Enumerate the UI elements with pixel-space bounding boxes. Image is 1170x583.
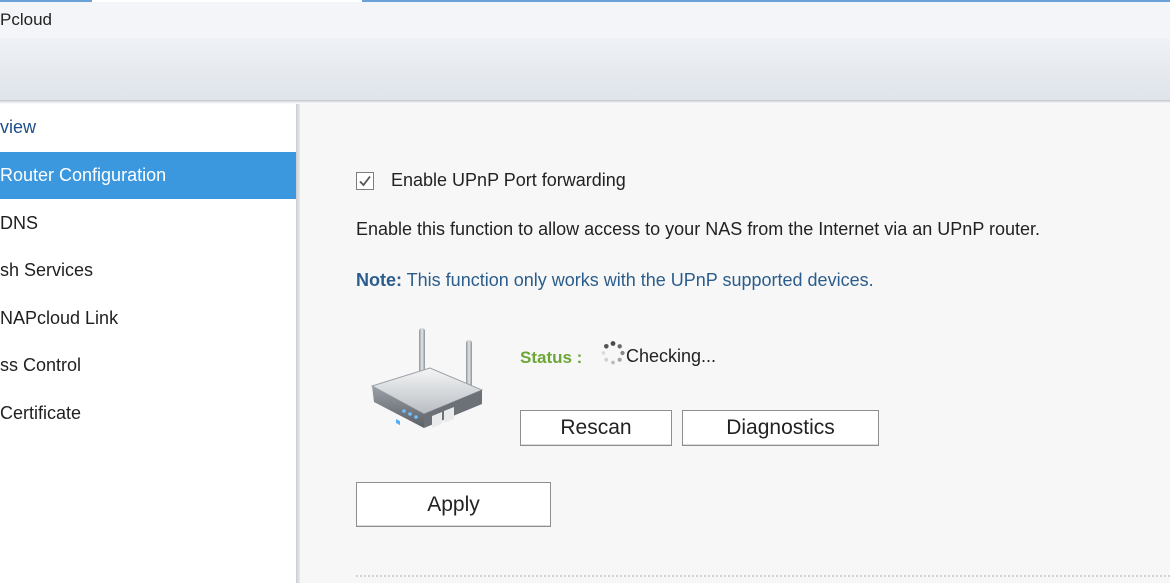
window-titlebar: Pcloud (0, 2, 1170, 38)
sidebar-item-publish-services[interactable]: sh Services (0, 247, 296, 294)
sidebar-item-label: DNS (0, 213, 39, 233)
sidebar-item-label: NAPcloud Link (0, 308, 119, 328)
checkmark-icon (359, 175, 371, 187)
sidebar-item-myqnapcloud-link[interactable]: NAPcloud Link (0, 295, 296, 342)
note-text: This function only works with the UPnP s… (402, 270, 874, 290)
sidebar-item-router-configuration[interactable]: Router Configuration (0, 152, 296, 199)
sidebar-item-label: Router Configuration (0, 165, 167, 185)
sidebar-item-label: Certificate (0, 403, 82, 423)
app-title: Pcloud (0, 10, 52, 29)
enable-upnp-checkbox[interactable] (356, 172, 374, 190)
sidebar-item-label: sh Services (0, 260, 94, 280)
router-config-panel: Enable UPnP Port forwarding Enable this … (300, 104, 1170, 583)
sidebar-item-access-control[interactable]: ss Control (0, 342, 296, 389)
upnp-note: Note: This function only works with the … (356, 270, 874, 291)
diagnostics-button[interactable]: Diagnostics (682, 410, 879, 446)
rescan-button[interactable]: Rescan (520, 410, 672, 446)
sidebar-item-label: view (0, 117, 37, 137)
apply-button[interactable]: Apply (356, 482, 551, 527)
status-label: Status : (520, 348, 583, 367)
window-toolbar (0, 38, 1170, 101)
sidebar: view Router Configuration DNS sh Service… (0, 104, 296, 583)
sidebar-item-overview[interactable]: view (0, 104, 296, 151)
status-value: Checking... (626, 346, 717, 366)
sidebar-item-ssl-certificate[interactable]: Certificate (0, 390, 296, 437)
enable-upnp-label: Enable UPnP Port forwarding (391, 170, 626, 190)
sidebar-item-label: ss Control (0, 355, 82, 375)
section-divider (356, 575, 1170, 577)
upnp-description: Enable this function to allow access to … (356, 219, 1041, 239)
loading-spinner-icon (601, 341, 625, 365)
sidebar-item-ddns[interactable]: DNS (0, 200, 296, 247)
router-icon (370, 328, 484, 428)
note-prefix: Note: (356, 270, 402, 290)
